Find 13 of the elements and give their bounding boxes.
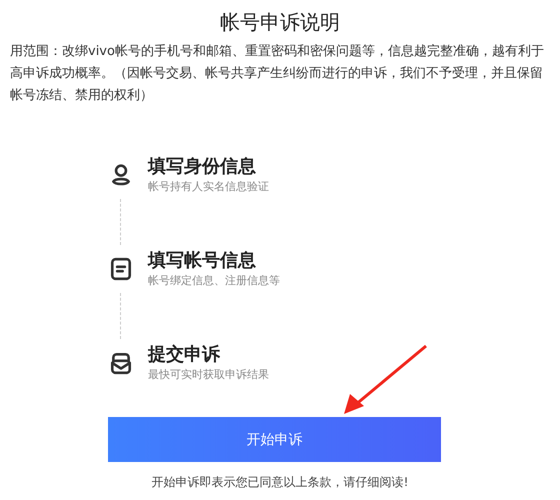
step-subtitle: 最快可实时获取申诉结果 xyxy=(148,367,269,383)
document-icon xyxy=(109,257,133,281)
step-subtitle: 帐号持有人实名信息验证 xyxy=(148,179,269,195)
step-title: 提交申诉 xyxy=(148,343,221,367)
description-text: 用范围：改绑vivo帐号的手机号和邮箱、重置密码和密保问题等，信息越完整准确，越有利于 高申诉成功概率。（因帐号交易、帐号共享产生纠纷而进行的申诉，我们不予受理，并且保留 帐号冻结、禁用的权利） xyxy=(10,43,545,105)
terms-note: 开始申诉即表示您已同意以上条款，请仔细阅读! xyxy=(150,474,410,491)
page-title: 帐号申诉说明 xyxy=(219,9,341,36)
start-button[interactable]: 开始申诉 xyxy=(108,417,441,462)
person-icon xyxy=(109,163,133,187)
tray-icon xyxy=(109,351,133,375)
step-subtitle: 帐号绑定信息、注册信息等 xyxy=(148,273,280,289)
step-title: 填写帐号信息 xyxy=(148,249,257,273)
step-title: 填写身份信息 xyxy=(148,155,257,179)
